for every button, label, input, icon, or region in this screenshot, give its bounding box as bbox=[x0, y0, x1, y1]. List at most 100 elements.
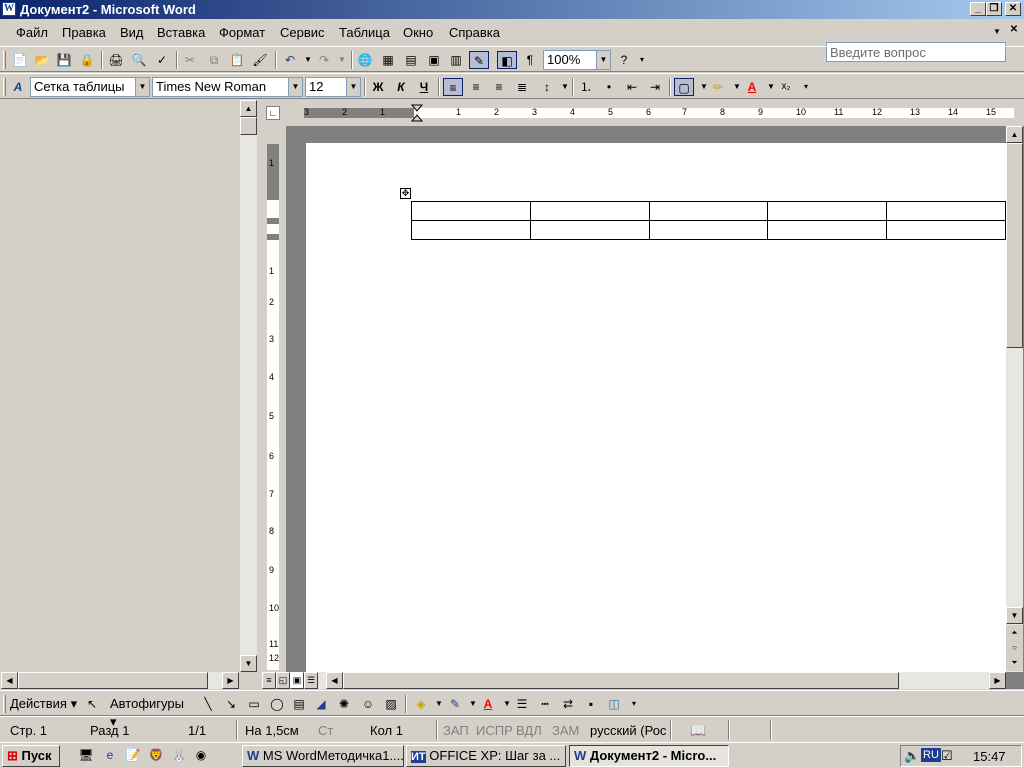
font-size-select[interactable]: 12 ▼ bbox=[305, 77, 361, 97]
scroll-thumb[interactable] bbox=[240, 117, 257, 135]
quicklaunch-icon[interactable]: 🐰 bbox=[169, 746, 189, 764]
shadow-icon[interactable]: ▪ bbox=[581, 695, 601, 713]
language-indicator[interactable]: RU bbox=[921, 748, 941, 762]
italic-button[interactable]: К bbox=[391, 78, 411, 96]
menu-format[interactable]: Формат bbox=[219, 25, 265, 40]
web-view-icon[interactable]: ◱ bbox=[276, 672, 290, 689]
tables-borders-icon[interactable]: ▦ bbox=[378, 51, 398, 69]
highlight-icon[interactable]: ✏ bbox=[708, 78, 728, 96]
borders-icon[interactable]: ▢ bbox=[674, 78, 694, 96]
open-icon[interactable]: 📂 bbox=[32, 51, 52, 69]
bold-button[interactable]: Ж bbox=[368, 78, 388, 96]
table-cell[interactable] bbox=[411, 220, 531, 240]
toolbar-grip[interactable] bbox=[3, 695, 6, 713]
hscroll-thumb[interactable] bbox=[18, 672, 208, 689]
scroll-left-icon[interactable]: ◀ bbox=[1, 672, 18, 689]
menu-tools[interactable]: Сервис bbox=[280, 25, 325, 40]
subscript-icon[interactable]: x₂ bbox=[776, 78, 796, 96]
document-page[interactable]: ✥ bbox=[306, 143, 1006, 673]
save-icon[interactable]: 💾 bbox=[54, 51, 74, 69]
undo-icon[interactable]: ↶ bbox=[280, 51, 300, 69]
format-painter-icon[interactable]: 🖌 bbox=[250, 51, 270, 69]
bullets-icon[interactable]: • bbox=[599, 78, 619, 96]
underline-button[interactable]: Ч bbox=[414, 78, 434, 96]
dash-style-icon[interactable]: ┅ bbox=[535, 695, 555, 713]
line-spacing-icon[interactable]: ↕ bbox=[537, 78, 557, 96]
document-vscrollbar[interactable]: ▲ ▼ ⏶ ○ ⏷ bbox=[1006, 126, 1023, 672]
table-cell[interactable] bbox=[886, 201, 1006, 221]
style-select[interactable]: Сетка таблицы ▼ bbox=[30, 77, 150, 97]
internet-explorer-icon[interactable]: e bbox=[100, 746, 120, 764]
paste-icon[interactable]: 📋 bbox=[227, 51, 247, 69]
diagram-icon[interactable]: ✺ bbox=[334, 695, 354, 713]
styles-formatting-icon[interactable]: A bbox=[8, 78, 28, 96]
help-icon[interactable]: ? bbox=[614, 51, 634, 69]
quicklaunch-icon[interactable]: 📝 bbox=[123, 746, 143, 764]
columns-icon[interactable]: ▥ bbox=[446, 51, 466, 69]
draw-actions-menu[interactable]: Действия ▾ bbox=[10, 695, 78, 713]
quicklaunch-icon[interactable]: 🦁 bbox=[146, 746, 166, 764]
start-button[interactable]: ⊞ Пуск bbox=[2, 745, 60, 767]
fill-color-icon[interactable]: ◈ bbox=[411, 695, 431, 713]
increase-indent-icon[interactable]: ⇥ bbox=[645, 78, 665, 96]
permission-icon[interactable]: 🔒 bbox=[77, 51, 97, 69]
arrow-style-icon[interactable]: ⇄ bbox=[558, 695, 578, 713]
hscroll-thumb[interactable] bbox=[343, 672, 899, 689]
show-hide-icon[interactable]: ¶ bbox=[520, 51, 540, 69]
line-color-icon[interactable]: ✎ bbox=[445, 695, 465, 713]
line-style-icon[interactable]: ☰ bbox=[512, 695, 532, 713]
table-cell[interactable] bbox=[411, 201, 531, 221]
vscroll-thumb[interactable] bbox=[1006, 143, 1023, 348]
menu-edit[interactable]: Правка bbox=[62, 25, 106, 40]
spelling-status-icon[interactable]: 📖 bbox=[690, 723, 706, 739]
toolbar-options-icon[interactable]: ▾ bbox=[632, 51, 652, 69]
print-icon[interactable]: 🖨 bbox=[106, 51, 126, 69]
table-move-handle-icon[interactable]: ✥ bbox=[400, 188, 411, 199]
insert-excel-icon[interactable]: ▣ bbox=[424, 51, 444, 69]
status-record[interactable]: ЗАП bbox=[443, 723, 469, 738]
menu-view[interactable]: Вид bbox=[120, 25, 144, 40]
oval-icon[interactable]: ◯ bbox=[267, 695, 287, 713]
tray-check-icon[interactable]: ☑ bbox=[941, 748, 953, 764]
vertical-ruler[interactable]: 1 1 2 3 4 5 6 7 8 9 10 11 12 bbox=[262, 126, 286, 672]
redo-icon[interactable]: ↷ bbox=[314, 51, 334, 69]
clock[interactable]: 15:47 bbox=[973, 749, 1006, 764]
horizontal-ruler[interactable]: ∟ 3 2 1 1 2 3 4 5 6 7 8 9 10 11 12 13 14 15 bbox=[262, 101, 1024, 126]
document-map-icon[interactable]: ◧ bbox=[497, 51, 517, 69]
style-dropdown-arrow[interactable]: ▼ bbox=[135, 78, 149, 96]
align-right-icon[interactable]: ≡ bbox=[489, 78, 509, 96]
taskbar-task-document2[interactable]: W Документ2 - Micro... bbox=[569, 745, 729, 767]
word-app-icon[interactable]: W bbox=[2, 2, 16, 16]
justify-icon[interactable]: ≣ bbox=[512, 78, 532, 96]
spelling-icon[interactable]: ✓ bbox=[152, 51, 172, 69]
normal-view-icon[interactable]: ≡ bbox=[262, 672, 276, 689]
scroll-right-icon[interactable]: ▶ bbox=[222, 672, 239, 689]
clipart-icon[interactable]: ☺ bbox=[358, 695, 378, 713]
scroll-left-icon[interactable]: ◀ bbox=[326, 672, 343, 689]
insert-table-icon[interactable]: ▤ bbox=[401, 51, 421, 69]
toolbar-options-icon[interactable]: ▾ bbox=[796, 78, 816, 96]
table-cell[interactable] bbox=[767, 201, 888, 221]
taskbar-task-methodichka[interactable]: W MS WordМетодичка1.... bbox=[242, 745, 404, 767]
3d-icon[interactable]: ◫ bbox=[604, 695, 624, 713]
cut-icon[interactable]: ✂ bbox=[180, 51, 200, 69]
line-icon[interactable]: ╲ bbox=[198, 695, 218, 713]
scroll-down-icon[interactable]: ▼ bbox=[240, 655, 257, 672]
document-hscrollbar[interactable]: ≡ ◱ ▣ ☰ ◀ ▶ bbox=[262, 672, 1006, 689]
help-dropdown-arrow[interactable]: ▼ bbox=[990, 23, 1004, 41]
redo-dropdown-icon[interactable]: ▼ bbox=[332, 51, 352, 69]
print-view-icon[interactable]: ▣ bbox=[290, 672, 304, 689]
table-cell[interactable] bbox=[648, 220, 769, 240]
document-table[interactable] bbox=[411, 201, 1006, 240]
scroll-right-icon[interactable]: ▶ bbox=[989, 672, 1006, 689]
font-size-dropdown-arrow[interactable]: ▼ bbox=[346, 78, 360, 96]
volume-icon[interactable]: 🔈 bbox=[904, 748, 920, 764]
table-cell[interactable] bbox=[886, 220, 1006, 240]
numbering-icon[interactable]: ⒈ bbox=[576, 78, 596, 96]
drawing-icon[interactable]: ✎ bbox=[469, 51, 489, 69]
close-button[interactable]: ✕ bbox=[1005, 2, 1021, 16]
toolbar-options-icon[interactable]: ▾ bbox=[624, 695, 644, 713]
decrease-indent-icon[interactable]: ⇤ bbox=[622, 78, 642, 96]
scroll-up-icon[interactable]: ▲ bbox=[1006, 126, 1023, 143]
table-cell[interactable] bbox=[648, 201, 769, 221]
